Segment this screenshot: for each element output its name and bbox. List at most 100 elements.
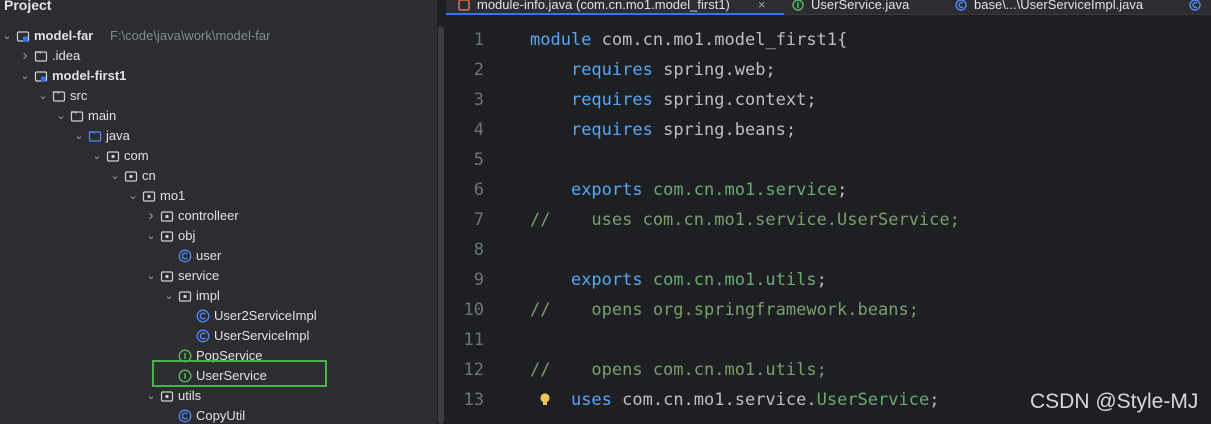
project-panel-title[interactable]: Project xyxy=(0,0,51,16)
tree-item-java[interactable]: ⌄ java xyxy=(0,126,437,146)
code-token: com.cn.mo1.service xyxy=(652,180,838,200)
tree-item-label: mo1 xyxy=(160,188,186,203)
tab-label: base\...\UserServiceImpl.java xyxy=(974,0,1144,12)
code-line[interactable]: 3 requires spring.context; xyxy=(446,85,1211,115)
chevron-down-icon[interactable]: ⌄ xyxy=(162,286,176,306)
tree-item-impl[interactable]: ⌄ impl xyxy=(0,286,437,306)
code-token: com.cn.mo1.service. xyxy=(622,390,817,410)
tree-item-obj[interactable]: ⌄ obj xyxy=(0,226,437,246)
package-icon xyxy=(178,291,192,302)
code-line[interactable]: 8 xyxy=(446,235,1211,265)
source-folder-icon xyxy=(88,131,102,142)
line-number: 5 xyxy=(473,150,484,170)
code-token: // opens org.springframework.beans; xyxy=(530,300,919,320)
tab-label: UserService.java xyxy=(811,0,910,12)
code-token: spring.beans; xyxy=(663,120,797,140)
code-token: com.cn.mo1.utils xyxy=(652,270,817,290)
line-number: 1 xyxy=(473,30,484,50)
package-icon xyxy=(160,231,174,242)
line-number: 3 xyxy=(473,90,484,110)
tree-item-label: user xyxy=(196,248,222,263)
code-line[interactable]: 2 requires spring.web; xyxy=(446,55,1211,85)
code-token: requires xyxy=(570,60,664,80)
tree-item-cn[interactable]: ⌄ cn xyxy=(0,166,437,186)
tab-label: module-info.java (com.cn.mo1.model_first… xyxy=(477,0,730,12)
class-icon xyxy=(196,309,210,323)
code-line[interactable]: 6 exports com.cn.mo1.service; xyxy=(446,175,1211,205)
tree-item-label: controlleer xyxy=(178,208,239,223)
tree-item--idea[interactable]: › .idea xyxy=(0,46,437,66)
class-icon xyxy=(178,249,192,263)
class-icon xyxy=(955,0,967,11)
chevron-right-icon[interactable]: › xyxy=(18,46,32,66)
chevron-down-icon[interactable]: ⌄ xyxy=(36,86,50,106)
tree-item-userserviceimpl[interactable]: UserServiceImpl xyxy=(0,326,437,346)
chevron-right-icon[interactable]: › xyxy=(144,206,158,226)
code-line[interactable]: 12 // opens com.cn.mo1.utils; xyxy=(446,355,1211,385)
tree-item-com[interactable]: ⌄ com xyxy=(0,146,437,166)
code-line[interactable]: 11 xyxy=(446,325,1211,355)
code-line[interactable]: 10 // opens org.springframework.beans; xyxy=(446,295,1211,325)
code-line[interactable]: 9 exports com.cn.mo1.utils; xyxy=(446,265,1211,295)
project-scrollbar[interactable] xyxy=(438,26,444,424)
tree-item-service[interactable]: ⌄ service xyxy=(0,266,437,286)
tab-close-icon[interactable]: × xyxy=(758,0,766,14)
code-text: // opens com.cn.mo1.utils; xyxy=(530,355,827,385)
tree-item-model-first1[interactable]: ⌄ model-first1 xyxy=(0,66,437,86)
chevron-down-icon[interactable]: ⌄ xyxy=(126,186,140,206)
code-token: ; xyxy=(929,390,940,410)
code-text: exports com.cn.mo1.utils; xyxy=(530,265,827,295)
chevron-down-icon[interactable]: ⌄ xyxy=(144,226,158,246)
tree-item-mo1[interactable]: ⌄ mo1 xyxy=(0,186,437,206)
tree-item-model-far[interactable]: ⌄ model-far F:\code\java\work\model-far xyxy=(0,26,437,46)
chevron-down-icon[interactable]: ⌄ xyxy=(54,106,68,126)
code-token: UserService xyxy=(816,390,930,410)
code-token: requires xyxy=(570,120,664,140)
code-editor[interactable]: 1 module com.cn.mo1.model_first1{2 requir… xyxy=(446,15,1211,424)
line-number: 2 xyxy=(473,60,484,80)
tree-item-user[interactable]: user xyxy=(0,246,437,266)
tree-item-src[interactable]: ⌄ src xyxy=(0,86,437,106)
chevron-down-icon[interactable]: ⌄ xyxy=(144,386,158,406)
code-token: uses xyxy=(570,390,623,410)
package-icon xyxy=(160,211,174,222)
chevron-down-icon[interactable]: ⌄ xyxy=(90,146,104,166)
line-number: 9 xyxy=(473,270,484,290)
tree-item-label: impl xyxy=(196,288,220,303)
code-line[interactable]: 4 requires spring.beans; xyxy=(446,115,1211,145)
code-line[interactable]: 1 module com.cn.mo1.model_first1{ xyxy=(446,25,1211,55)
package-icon xyxy=(142,191,156,202)
chevron-down-icon[interactable]: ⌄ xyxy=(18,66,32,86)
folder-icon xyxy=(70,111,84,122)
chevron-down-icon[interactable]: ⌄ xyxy=(0,26,14,46)
code-token: requires xyxy=(570,90,664,110)
tree-item-user2serviceimpl[interactable]: User2ServiceImpl xyxy=(0,306,437,326)
tree-item-controlleer[interactable]: › controlleer xyxy=(0,206,437,226)
tree-item-utils[interactable]: ⌄ utils xyxy=(0,386,437,406)
code-token: mo1 xyxy=(673,30,705,50)
class-icon xyxy=(178,409,192,423)
tree-item-main[interactable]: ⌄ main xyxy=(0,106,437,126)
chevron-down-icon[interactable]: ⌄ xyxy=(144,266,158,286)
code-line[interactable]: 7 // uses com.cn.mo1.service.UserService; xyxy=(446,205,1211,235)
line-number: 11 xyxy=(463,330,484,350)
line-number: 7 xyxy=(473,210,484,230)
code-line[interactable]: 5 xyxy=(446,145,1211,175)
code-token: module xyxy=(530,30,602,50)
tree-item-label: User2ServiceImpl xyxy=(214,308,317,323)
chevron-down-icon[interactable]: ⌄ xyxy=(108,166,122,186)
line-number: 4 xyxy=(473,120,484,140)
tree-item-label: service xyxy=(178,268,220,283)
tree-item-label: utils xyxy=(178,388,202,403)
chevron-down-icon[interactable]: ⌄ xyxy=(72,126,86,146)
tree-item-copyutil[interactable]: CopyUtil xyxy=(0,406,437,424)
code-token: { xyxy=(837,30,848,50)
code-token: // opens com.cn.mo1.utils; xyxy=(530,360,827,380)
code-token: com.cn. xyxy=(601,30,674,50)
line-number: 8 xyxy=(473,240,484,260)
tree-item-label: java xyxy=(106,128,130,143)
